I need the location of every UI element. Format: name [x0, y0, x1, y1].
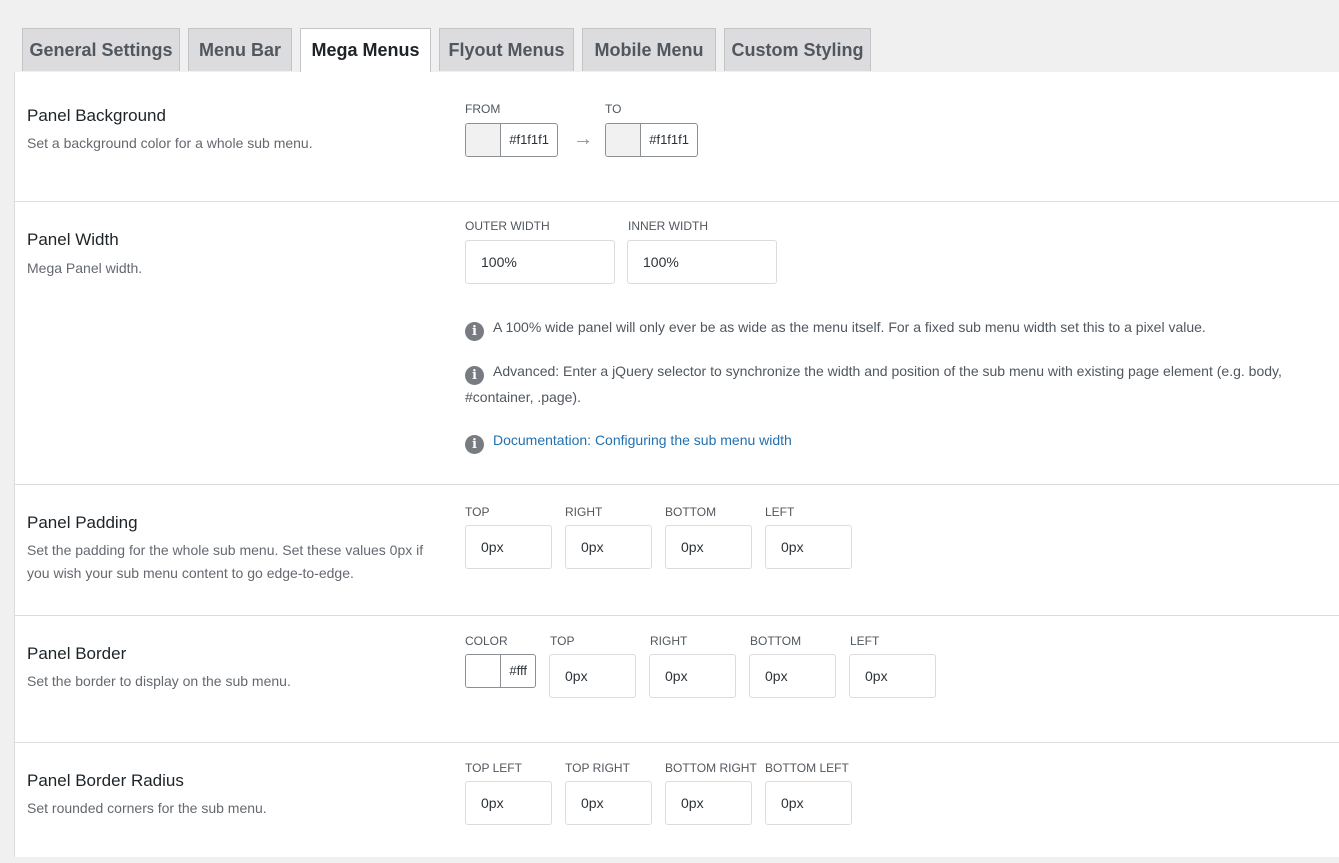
row-description: Mega Panel width. [27, 260, 143, 276]
outer-width-label: OUTER WIDTH [465, 219, 550, 233]
tab-mobile-menu[interactable]: Mobile Menu [582, 28, 716, 71]
tab-menu-bar[interactable]: Menu Bar [188, 28, 292, 71]
row-description: Set the border to display on the sub men… [27, 673, 291, 689]
to-color-picker[interactable]: #f1f1f1 [605, 123, 698, 157]
info-note-docs: i Documentation: Configuring the sub menu… [465, 428, 1335, 454]
color-label: COLOR [465, 634, 508, 648]
bottom-left-label: BOTTOM LEFT [765, 761, 849, 775]
row-title: Panel Width [27, 230, 119, 249]
info-text: A 100% wide panel will only ever be as w… [493, 319, 1206, 335]
tab-flyout-menus[interactable]: Flyout Menus [439, 28, 574, 71]
color-swatch [466, 124, 501, 156]
top-right-label: TOP RIGHT [565, 761, 630, 775]
padding-top-input[interactable] [465, 525, 552, 569]
info-note-selector: i Advanced: Enter a jQuery selector to sy… [465, 359, 1335, 410]
color-value: #fff [509, 663, 527, 678]
tab-custom-styling[interactable]: Custom Styling [724, 28, 871, 71]
radius-bottom-left-input[interactable] [765, 781, 852, 825]
top-label: TOP [550, 634, 575, 648]
color-swatch [606, 124, 641, 156]
info-text: Advanced: Enter a jQuery selector to syn… [465, 363, 1282, 405]
padding-bottom-input[interactable] [665, 525, 752, 569]
from-color-picker[interactable]: #f1f1f1 [465, 123, 558, 157]
padding-right-input[interactable] [565, 525, 652, 569]
top-label: TOP [465, 505, 490, 519]
bottom-right-label: BOTTOM RIGHT [665, 761, 757, 775]
color-value: #f1f1f1 [509, 132, 549, 147]
top-left-label: TOP LEFT [465, 761, 522, 775]
from-label: FROM [465, 102, 501, 116]
row-title: Panel Padding [27, 513, 138, 532]
radius-bottom-right-input[interactable] [665, 781, 752, 825]
color-value: #f1f1f1 [649, 132, 689, 147]
tab-mega-menus[interactable]: Mega Menus [300, 28, 431, 72]
right-label: RIGHT [650, 634, 688, 648]
row-description: Set the padding for the whole sub menu. … [27, 542, 424, 581]
border-color-picker[interactable]: #fff [465, 654, 536, 688]
row-panel-background: Panel Background Set a background color … [15, 72, 1339, 202]
outer-width-input[interactable] [465, 240, 615, 284]
border-top-input[interactable] [549, 654, 636, 698]
left-label: LEFT [850, 634, 880, 648]
info-icon: i [465, 322, 484, 341]
border-bottom-input[interactable] [749, 654, 836, 698]
color-swatch [466, 655, 501, 687]
border-left-input[interactable] [849, 654, 936, 698]
row-panel-border-radius: Panel Border Radius Set rounded corners … [15, 743, 1339, 863]
documentation-link[interactable]: Documentation: Configuring the sub menu … [493, 432, 792, 448]
row-description: Set rounded corners for the sub menu. [27, 800, 267, 816]
info-icon: i [465, 366, 484, 385]
padding-left-input[interactable] [765, 525, 852, 569]
info-note-width: i A 100% wide panel will only ever be as … [465, 315, 1335, 341]
tab-general-settings[interactable]: General Settings [22, 28, 180, 71]
row-title: Panel Border [27, 644, 127, 663]
radius-top-right-input[interactable] [565, 781, 652, 825]
settings-tabs: General Settings Menu Bar Mega Menus Fly… [14, 28, 1339, 73]
radius-top-left-input[interactable] [465, 781, 552, 825]
settings-panel: Panel Background Set a background color … [14, 72, 1339, 857]
left-label: LEFT [765, 505, 795, 519]
right-label: RIGHT [565, 505, 603, 519]
info-icon: i [465, 435, 484, 454]
to-label: TO [605, 102, 622, 116]
inner-width-label: INNER WIDTH [628, 219, 708, 233]
bottom-label: BOTTOM [750, 634, 802, 648]
row-panel-border: Panel Border Set the border to display o… [15, 616, 1339, 743]
row-title: Panel Border Radius [27, 771, 184, 790]
bottom-label: BOTTOM [665, 505, 717, 519]
row-panel-padding: Panel Padding Set the padding for the wh… [15, 485, 1339, 616]
inner-width-input[interactable] [627, 240, 777, 284]
arrow-right-icon: → [573, 128, 593, 150]
row-title: Panel Background [27, 106, 166, 125]
border-right-input[interactable] [649, 654, 736, 698]
row-description: Set a background color for a whole sub m… [27, 135, 313, 151]
row-panel-width: Panel Width Mega Panel width. OUTER WIDT… [15, 202, 1339, 485]
